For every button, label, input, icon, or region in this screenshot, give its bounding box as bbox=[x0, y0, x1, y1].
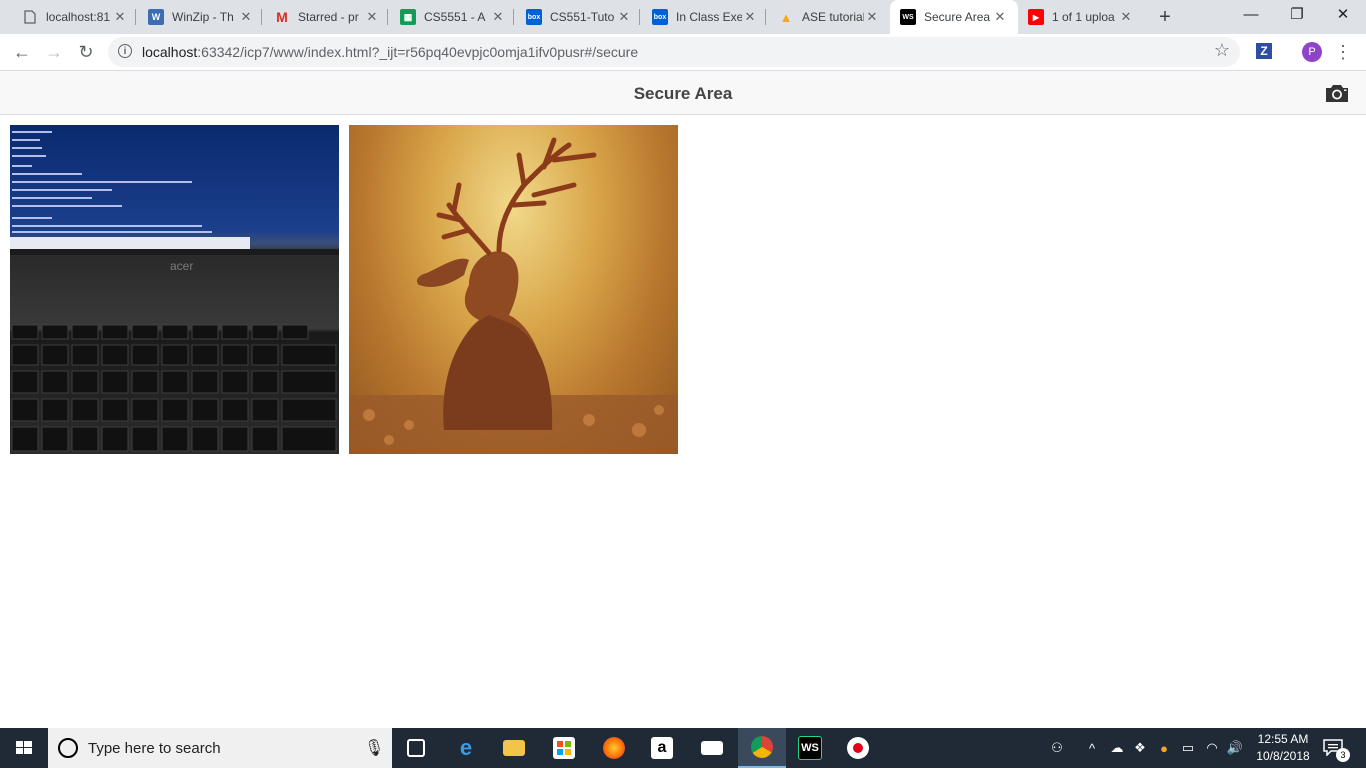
tab-in-class-exercise[interactable]: box In Class Exe ✕ bbox=[642, 0, 768, 34]
firefox-button[interactable] bbox=[590, 728, 638, 768]
url-path: :63342/icp7/www/index.html?_ijt=r56pq40e… bbox=[197, 44, 639, 60]
tab-winzip[interactable]: W WinZip - Th ✕ bbox=[138, 0, 264, 34]
windows-taskbar: Type here to search 🎙 e a WS ⚇ ^ ☁ ❖ ● ▭… bbox=[0, 728, 1366, 768]
close-window-button[interactable]: ✕ bbox=[1320, 0, 1366, 30]
close-tab-icon[interactable]: ✕ bbox=[864, 9, 880, 25]
app-header: Secure Area bbox=[0, 71, 1366, 115]
close-tab-icon[interactable]: ✕ bbox=[992, 9, 1008, 25]
reload-button[interactable]: ↻ bbox=[72, 38, 100, 66]
volume-icon[interactable]: 🔊 bbox=[1224, 728, 1246, 768]
task-view-button[interactable] bbox=[392, 728, 440, 768]
windows-logo-icon bbox=[16, 741, 32, 754]
document-icon bbox=[22, 9, 38, 25]
deer-figurine-photo[interactable] bbox=[349, 125, 678, 454]
close-tab-icon[interactable]: ✕ bbox=[742, 9, 758, 25]
clock-date: 10/8/2018 bbox=[1256, 749, 1310, 763]
firefox-icon bbox=[603, 737, 625, 759]
tab-secure-area[interactable]: WS Secure Area ✕ bbox=[890, 0, 1018, 34]
tab-cs551-tutorial[interactable]: box CS551-Tuto ✕ bbox=[516, 0, 642, 34]
sheets-icon: ▦ bbox=[400, 9, 416, 25]
laptop-photo-illustration: acer bbox=[10, 131, 339, 452]
start-button[interactable] bbox=[0, 728, 48, 768]
bookmark-star-icon[interactable]: ☆ bbox=[1214, 40, 1230, 61]
tab-divider bbox=[261, 9, 262, 25]
tab-ase-tutorial[interactable]: ▲ ASE tutorial ✕ bbox=[768, 0, 890, 34]
microphone-icon[interactable]: 🎙 bbox=[364, 738, 384, 758]
tab-divider bbox=[135, 9, 136, 25]
tab-youtube-upload[interactable]: ▶ 1 of 1 uploa ✕ bbox=[1018, 0, 1144, 34]
chrome-icon bbox=[751, 736, 773, 758]
webstorm-taskbar-icon: WS bbox=[798, 736, 822, 760]
taskbar-clock[interactable]: 12:55 AM 10/8/2018 bbox=[1250, 731, 1316, 765]
clock-time: 12:55 AM bbox=[1257, 732, 1309, 746]
edge-icon: e bbox=[459, 735, 473, 760]
taskbar-search-box[interactable]: Type here to search 🎙 bbox=[48, 728, 392, 768]
tab-divider bbox=[387, 9, 388, 25]
box-icon: box bbox=[652, 9, 668, 25]
page-title: Secure Area bbox=[633, 84, 733, 103]
dropbox-icon[interactable]: ❖ bbox=[1130, 728, 1150, 768]
folder-icon bbox=[503, 740, 525, 756]
amazon-icon: a bbox=[651, 737, 673, 759]
new-tab-button[interactable]: + bbox=[1154, 5, 1176, 29]
screen-recorder-button[interactable] bbox=[834, 728, 882, 768]
svg-text:acer: acer bbox=[170, 259, 193, 273]
gmail-icon: M bbox=[276, 9, 288, 25]
record-icon bbox=[847, 737, 869, 759]
mail-icon bbox=[701, 741, 723, 755]
mail-button[interactable] bbox=[688, 728, 736, 768]
close-tab-icon[interactable]: ✕ bbox=[112, 9, 128, 25]
browser-toolbar: ← → ↻ i localhost:63342/icp7/www/index.h… bbox=[0, 34, 1366, 71]
close-tab-icon[interactable]: ✕ bbox=[616, 9, 632, 25]
firebase-icon: ▲ bbox=[779, 9, 793, 25]
cortana-icon bbox=[58, 738, 78, 758]
profile-avatar[interactable]: P bbox=[1302, 42, 1322, 62]
notification-badge: 3 bbox=[1336, 748, 1350, 762]
tab-divider bbox=[639, 9, 640, 25]
norton-icon[interactable]: ● bbox=[1153, 728, 1175, 768]
edge-button[interactable]: e bbox=[442, 728, 490, 768]
people-icon[interactable]: ⚇ bbox=[1046, 728, 1068, 768]
onedrive-icon[interactable]: ☁ bbox=[1106, 728, 1128, 768]
forward-button[interactable]: → bbox=[40, 38, 68, 66]
url-host: localhost bbox=[142, 44, 198, 60]
address-bar[interactable]: i localhost:63342/icp7/www/index.html?_i… bbox=[108, 37, 1240, 67]
action-center-button[interactable]: 3 bbox=[1322, 738, 1350, 762]
webstorm-button[interactable]: WS bbox=[786, 728, 834, 768]
browser-tab-strip: localhost:81 ✕ W WinZip - Th ✕ M Starred… bbox=[0, 0, 1366, 34]
tab-localhost[interactable]: localhost:81 ✕ bbox=[12, 0, 138, 34]
laptop-keyboard-photo[interactable]: acer bbox=[10, 125, 339, 454]
show-hidden-icons-chevron[interactable]: ^ bbox=[1084, 728, 1100, 768]
camera-icon[interactable] bbox=[1324, 83, 1350, 103]
info-icon[interactable]: i bbox=[118, 44, 132, 58]
tab-divider bbox=[765, 9, 766, 25]
webstorm-icon: WS bbox=[900, 9, 916, 25]
youtube-icon: ▶ bbox=[1028, 9, 1044, 25]
minimize-button[interactable]: — bbox=[1228, 0, 1274, 30]
task-view-icon bbox=[407, 739, 425, 757]
store-button[interactable] bbox=[540, 728, 588, 768]
search-placeholder: Type here to search bbox=[88, 740, 221, 757]
tab-cs5551-sheet[interactable]: ▦ CS5551 - A ✕ bbox=[390, 0, 516, 34]
chrome-button[interactable] bbox=[738, 728, 786, 768]
close-tab-icon[interactable]: ✕ bbox=[1118, 9, 1134, 25]
amazon-button[interactable]: a bbox=[638, 728, 686, 768]
winzip-icon: W bbox=[148, 9, 164, 25]
box-icon: box bbox=[526, 9, 542, 25]
tab-divider bbox=[513, 9, 514, 25]
close-tab-icon[interactable]: ✕ bbox=[364, 9, 380, 25]
wifi-icon[interactable]: ◠ bbox=[1202, 728, 1222, 768]
zotero-extension-icon[interactable]: Z bbox=[1256, 43, 1272, 59]
restore-button[interactable]: ❐ bbox=[1274, 0, 1320, 30]
back-button[interactable]: ← bbox=[8, 38, 36, 66]
tab-gmail-starred[interactable]: M Starred - pr ✕ bbox=[264, 0, 390, 34]
browser-menu-icon[interactable]: ⋮ bbox=[1334, 38, 1352, 66]
close-tab-icon[interactable]: ✕ bbox=[490, 9, 506, 25]
battery-icon[interactable]: ▭ bbox=[1178, 728, 1198, 768]
store-icon bbox=[553, 737, 575, 759]
file-explorer-button[interactable] bbox=[490, 728, 538, 768]
close-tab-icon[interactable]: ✕ bbox=[238, 9, 254, 25]
deer-photo-illustration bbox=[349, 137, 678, 454]
url-text[interactable]: localhost:63342/icp7/www/index.html?_ijt… bbox=[142, 44, 638, 60]
